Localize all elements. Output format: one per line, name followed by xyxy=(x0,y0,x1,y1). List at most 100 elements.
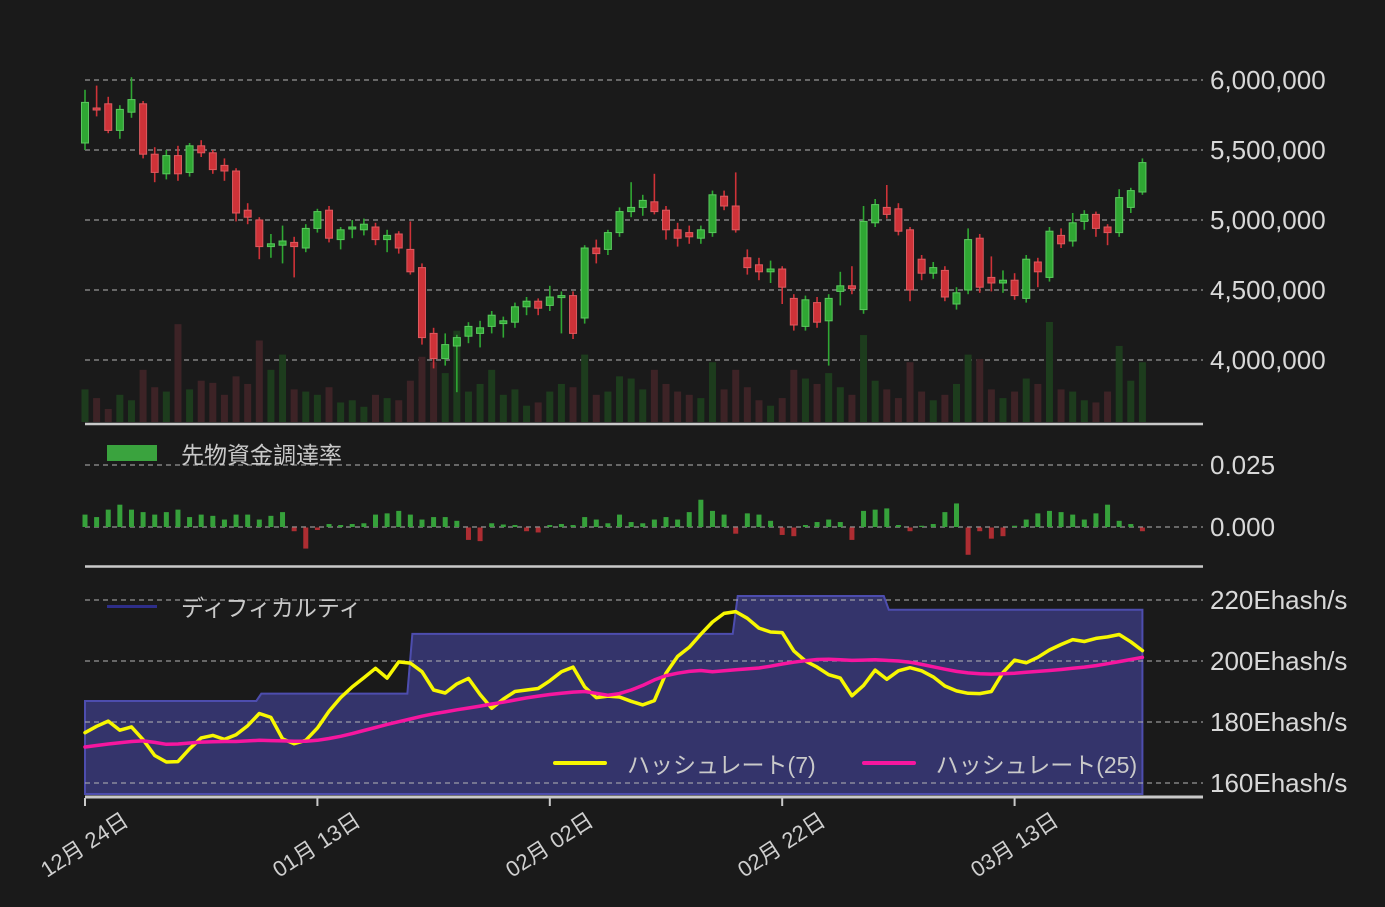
volume-bar xyxy=(1104,392,1111,422)
volume-bar xyxy=(488,370,495,422)
volume-bar xyxy=(465,392,472,422)
funding-bar xyxy=(303,528,308,549)
funding-bar xyxy=(815,522,820,527)
candle-body xyxy=(82,102,89,143)
funding-bar xyxy=(361,523,366,527)
price-axis-label: 5,000,000 xyxy=(1210,205,1326,235)
candle-body xyxy=(116,109,123,130)
funding-bar xyxy=(605,523,610,527)
funding-bar xyxy=(547,525,552,527)
volume-bar xyxy=(604,392,611,422)
funding-bar xyxy=(1117,521,1122,527)
volume-bar xyxy=(616,376,623,422)
funding-bar xyxy=(454,521,459,527)
volume-bar xyxy=(825,373,832,422)
candle-body xyxy=(140,104,147,154)
funding-bar xyxy=(594,520,599,527)
candle-body xyxy=(244,210,251,217)
funding-bar xyxy=(315,528,320,530)
funding-bar xyxy=(1105,505,1110,527)
candle-body xyxy=(1011,280,1018,295)
funding-bar xyxy=(780,528,785,535)
candle-body xyxy=(883,207,890,214)
volume-bar xyxy=(767,406,774,422)
funding-legend[interactable]: 先物資金調達率 xyxy=(107,436,342,470)
funding-bar xyxy=(1093,513,1098,527)
candle-body xyxy=(965,240,972,290)
volume-bar xyxy=(570,387,577,422)
candle-body xyxy=(570,296,577,334)
volume-bar xyxy=(384,398,391,422)
funding-bar xyxy=(187,517,192,527)
candle-body xyxy=(616,212,623,233)
candle-body xyxy=(488,315,495,326)
candle-body xyxy=(814,303,821,323)
funding-bar xyxy=(919,526,924,527)
candle-body xyxy=(337,230,344,240)
candle-body xyxy=(407,249,414,271)
candle-body xyxy=(848,286,855,289)
funding-bar xyxy=(210,516,215,527)
volume-bar xyxy=(907,362,914,422)
volume-bar xyxy=(988,389,995,422)
volume-bar xyxy=(116,395,123,422)
difficulty-legend[interactable]: ディフィカルティ xyxy=(107,589,362,623)
funding-bar xyxy=(431,517,436,527)
funding-bar xyxy=(292,528,297,532)
candle-body xyxy=(976,238,983,287)
candle-body xyxy=(1034,262,1041,272)
volume-bar xyxy=(349,400,356,422)
funding-bar xyxy=(524,528,529,532)
funding-bar xyxy=(141,512,146,527)
volume-bar xyxy=(860,335,867,422)
candle-body xyxy=(384,235,391,239)
volume-bar xyxy=(163,392,170,422)
candle-body xyxy=(697,230,704,238)
volume-bar xyxy=(140,370,147,422)
candle-body xyxy=(744,258,751,268)
funding-bar xyxy=(501,525,506,527)
hashrate-axis-label: 160Ehash/s xyxy=(1210,768,1347,798)
funding-bar xyxy=(1024,520,1029,527)
candle-body xyxy=(779,269,786,287)
candle-body xyxy=(430,333,437,358)
volume-bar xyxy=(535,402,542,422)
candle-body xyxy=(372,227,379,240)
candle-body xyxy=(1092,214,1099,228)
funding-bar xyxy=(640,523,645,527)
funding-bar xyxy=(164,512,169,527)
volume-bar xyxy=(279,355,286,422)
funding-bar xyxy=(466,528,471,540)
volume-bar xyxy=(802,379,809,422)
funding-bar xyxy=(849,528,854,540)
volume-bar xyxy=(407,381,414,422)
candle-body xyxy=(535,301,542,308)
volume-bar xyxy=(442,373,449,422)
volume-bar xyxy=(93,398,100,422)
candle-body xyxy=(302,228,309,248)
candle-body xyxy=(558,296,565,298)
funding-bar xyxy=(280,512,285,527)
volume-bar xyxy=(744,387,751,422)
hashrate25-legend-item[interactable]: ハッシュレート(25) xyxy=(862,746,1137,780)
candle-body xyxy=(1127,191,1134,208)
volume-bar xyxy=(918,392,925,422)
volume-bar xyxy=(244,384,251,422)
volume-bar xyxy=(337,402,344,422)
funding-bar xyxy=(954,503,959,527)
funding-bar xyxy=(710,511,715,527)
volume-bar xyxy=(477,384,484,422)
candle-body xyxy=(1046,231,1053,277)
funding-bar xyxy=(536,528,541,533)
candle-body xyxy=(546,297,553,305)
candle-body xyxy=(511,307,518,322)
volume-bar xyxy=(965,355,972,422)
volume-bar xyxy=(291,389,298,422)
volume-bar xyxy=(430,362,437,422)
volume-bar xyxy=(174,324,181,422)
hashrate7-legend-swatch-icon xyxy=(553,761,607,765)
hashrate7-legend-item[interactable]: ハッシュレート(7) xyxy=(553,746,816,780)
candle-body xyxy=(837,286,844,292)
candle-body xyxy=(907,230,914,290)
volume-bar xyxy=(1139,362,1146,422)
